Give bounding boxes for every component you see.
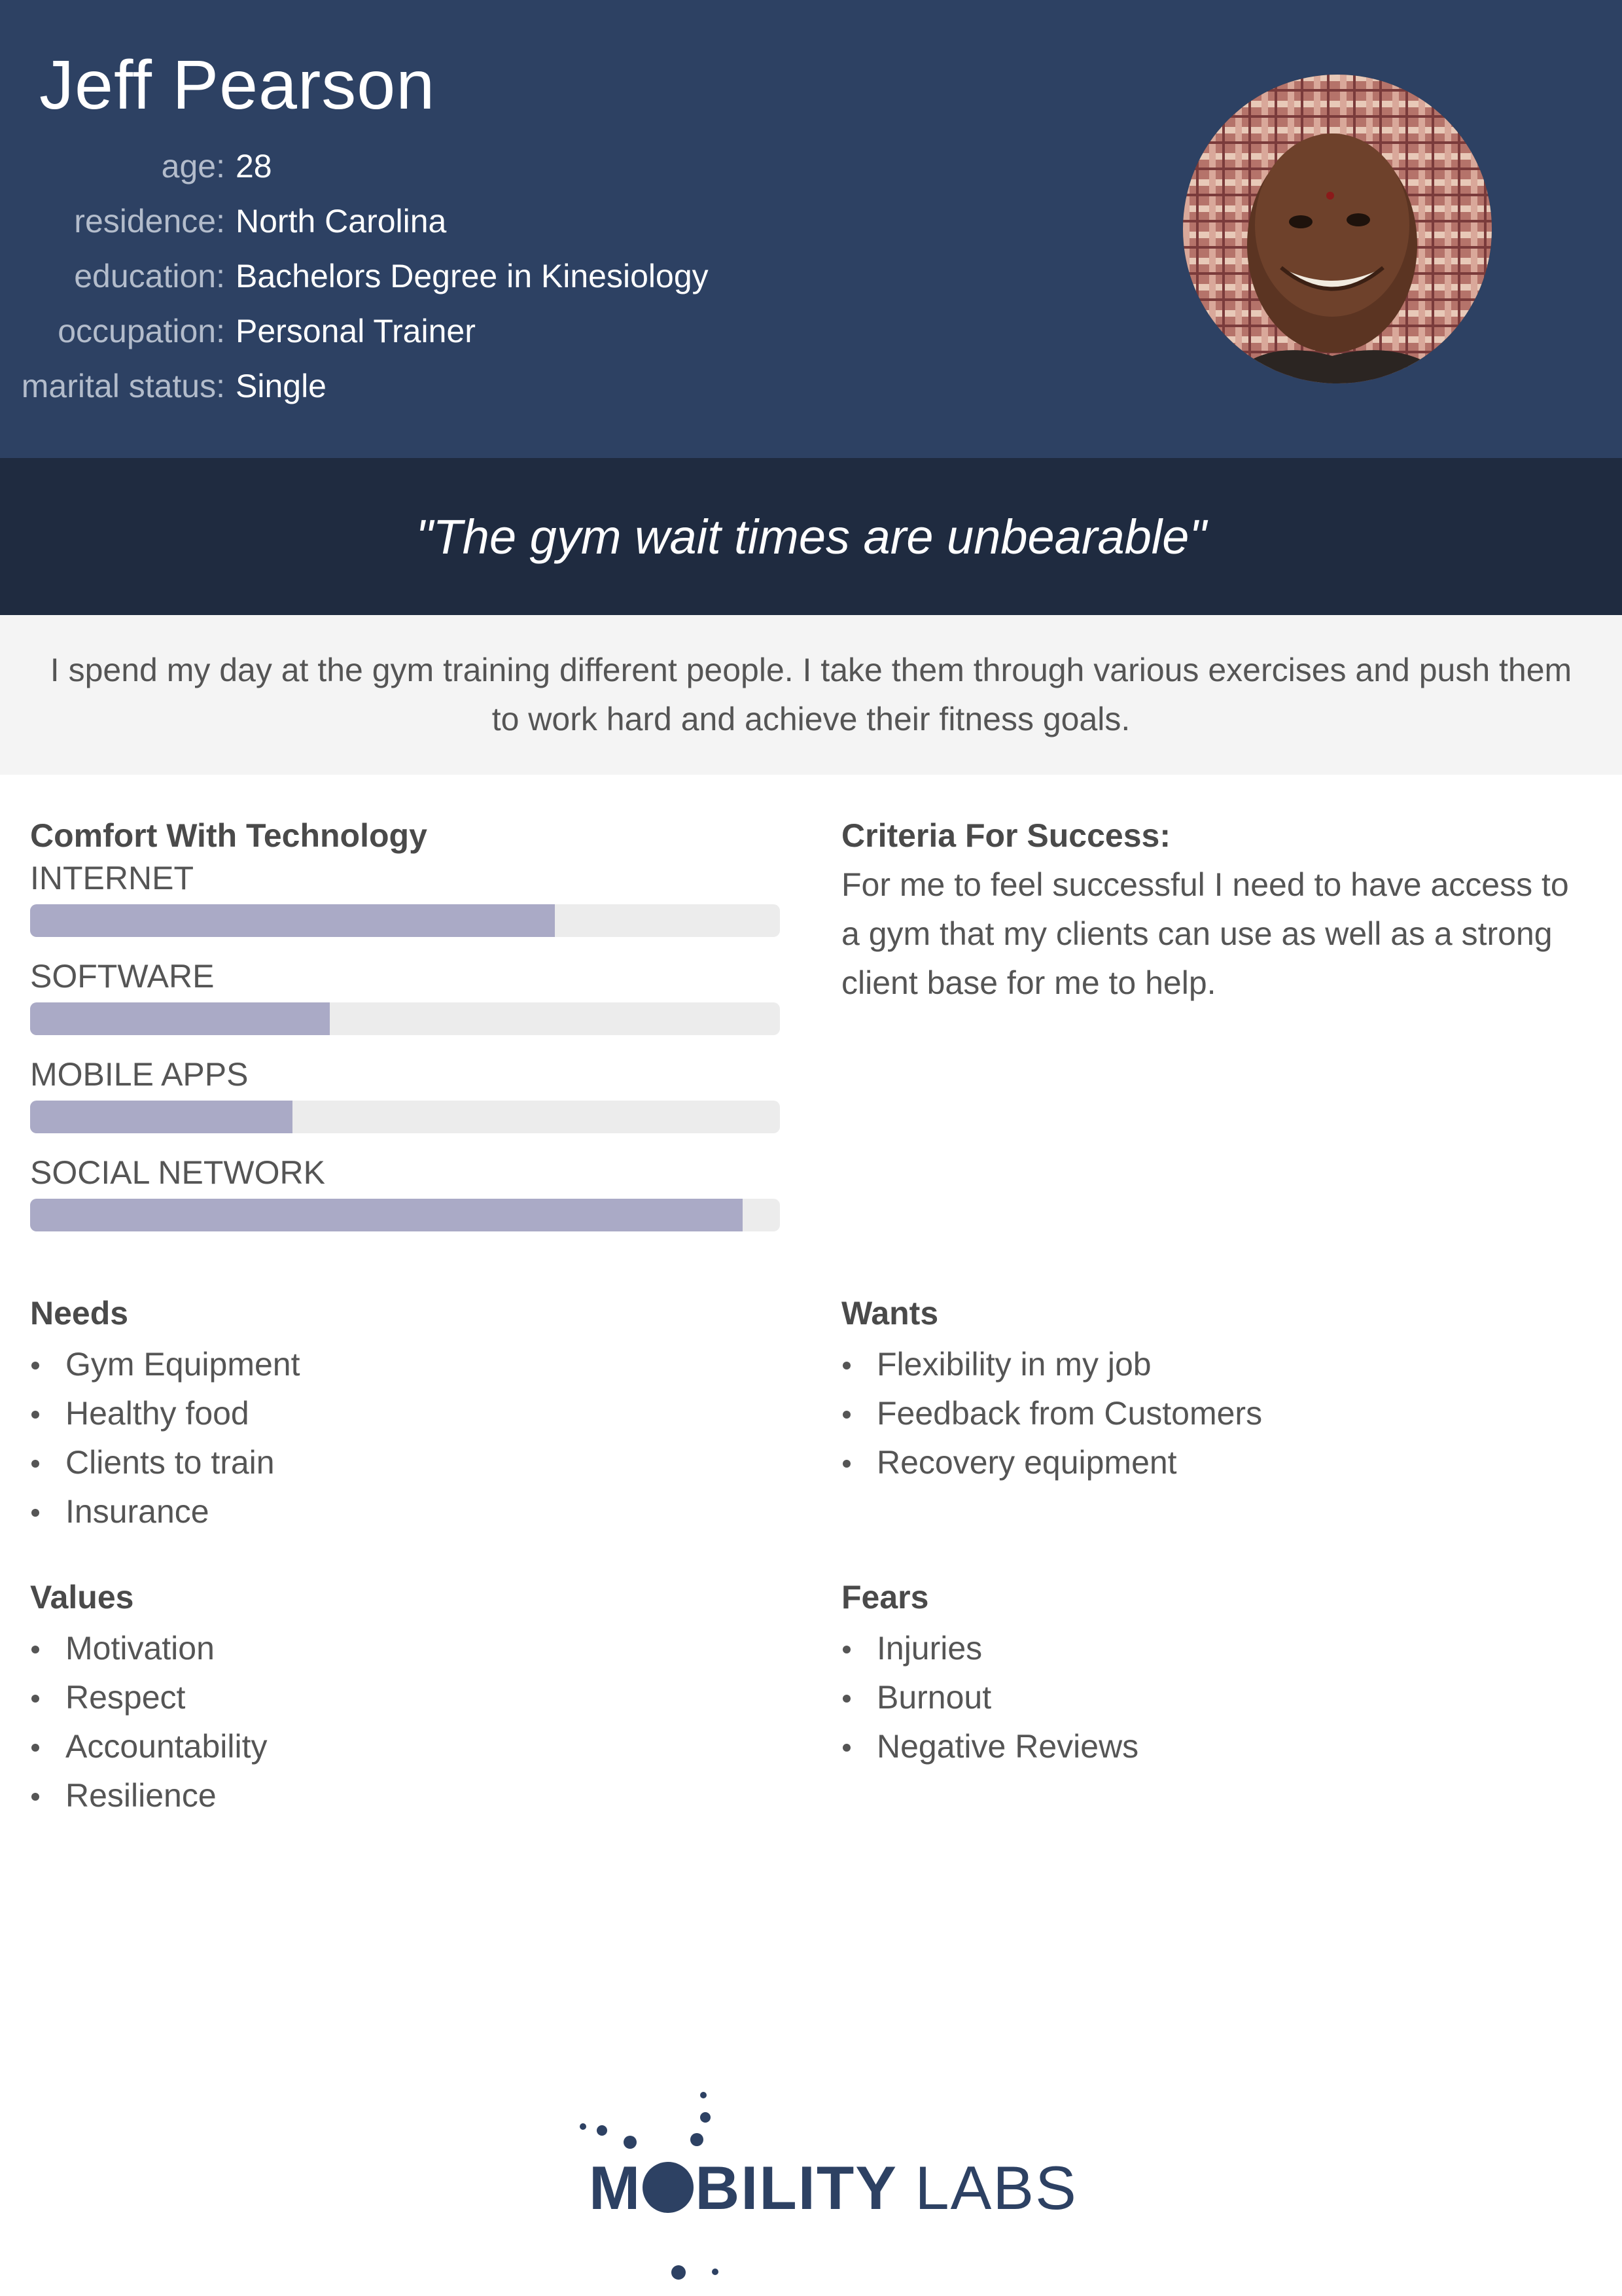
persona-avatar (1183, 75, 1492, 383)
tech-bar-fill (30, 1002, 330, 1035)
detail-label: marital status: (21, 368, 225, 404)
list-item: Flexibility in my job (841, 1340, 1262, 1389)
detail-value: Bachelors Degree in Kinesiology (236, 258, 709, 294)
intro-text: I spend my day at the gym training diffe… (50, 652, 1572, 737)
detail-row-marital-status: marital status: Single (0, 359, 709, 414)
list-item: Injuries (841, 1624, 1138, 1673)
list-item: Resilience (30, 1771, 268, 1820)
tech-bar (30, 904, 780, 937)
persona-name: Jeff Pearson (39, 46, 436, 124)
needs-title: Needs (30, 1295, 129, 1332)
tech-item-mobile-apps: MOBILE APPS (30, 1053, 780, 1152)
avatar-portrait (1183, 75, 1492, 383)
detail-row-occupation: occupation: Personal Trainer (0, 304, 709, 359)
mobility-labs-logo: M BILITY LABS (576, 2087, 1076, 2284)
list-item: Healthy food (30, 1389, 300, 1438)
logo-wordmark: M BILITY LABS (589, 2153, 1078, 2223)
detail-label: education: (74, 258, 225, 294)
wants-list: Flexibility in my job Feedback from Cust… (841, 1340, 1262, 1487)
intro-section: I spend my day at the gym training diffe… (0, 615, 1622, 775)
detail-label: residence: (74, 203, 225, 239)
detail-value: Personal Trainer (236, 313, 476, 349)
detail-label: occupation: (58, 313, 225, 349)
logo-text-m: M (589, 2153, 642, 2222)
list-item: Recovery equipment (841, 1438, 1262, 1487)
criteria-text: For me to feel successful I need to have… (841, 866, 1569, 1001)
tech-title: Comfort With Technology (30, 817, 427, 854)
criteria-title: Criteria For Success: (841, 817, 1171, 854)
tech-bar-fill (30, 1199, 743, 1231)
tech-bar (30, 1101, 780, 1133)
tech-comfort-list: INTERNET SOFTWARE MOBILE APPS SOCIAL NET… (30, 857, 780, 1250)
tech-bar-fill (30, 904, 555, 937)
tech-label: MOBILE APPS (30, 1056, 249, 1093)
detail-value: Single (236, 368, 326, 404)
needs-list: Gym Equipment Healthy food Clients to tr… (30, 1340, 300, 1536)
tech-bar (30, 1199, 780, 1231)
detail-label: age: (161, 148, 225, 185)
tech-label: INTERNET (30, 860, 194, 896)
persona-details: age: 28 residence: North Carolina educat… (0, 139, 709, 414)
logo-text-bility: BILITY (695, 2153, 897, 2222)
tech-bar-fill (30, 1101, 293, 1133)
list-item: Feedback from Customers (841, 1389, 1262, 1438)
persona-quote: "The gym wait times are unbearable" (415, 509, 1207, 564)
detail-row-education: education: Bachelors Degree in Kinesiolo… (0, 249, 709, 304)
values-list: Motivation Respect Accountability Resili… (30, 1624, 268, 1820)
wants-title: Wants (841, 1295, 939, 1332)
logo-text-labs: LABS (915, 2153, 1078, 2222)
tech-bar (30, 1002, 780, 1035)
fears-title: Fears (841, 1579, 929, 1616)
fears-list: Injuries Burnout Negative Reviews (841, 1624, 1138, 1771)
detail-value: 28 (236, 148, 272, 185)
list-item: Accountability (30, 1722, 268, 1771)
list-item: Burnout (841, 1673, 1138, 1722)
quote-band: "The gym wait times are unbearable" (0, 458, 1622, 615)
tech-item-internet: INTERNET (30, 857, 780, 955)
detail-value: North Carolina (236, 203, 447, 239)
detail-row-age: age: 28 (0, 139, 709, 194)
tech-label: SOFTWARE (30, 958, 215, 995)
logo-o-circle-icon (643, 2162, 694, 2213)
list-item: Motivation (30, 1624, 268, 1673)
list-item: Clients to train (30, 1438, 300, 1487)
list-item: Gym Equipment (30, 1340, 300, 1389)
detail-row-residence: residence: North Carolina (0, 194, 709, 249)
persona-header: Jeff Pearson age: 28 residence: North Ca… (0, 0, 1622, 458)
list-item: Negative Reviews (841, 1722, 1138, 1771)
tech-label: SOCIAL NETWORK (30, 1154, 325, 1191)
list-item: Respect (30, 1673, 268, 1722)
tech-item-social-network: SOCIAL NETWORK (30, 1152, 780, 1250)
values-title: Values (30, 1579, 134, 1616)
tech-item-software: SOFTWARE (30, 955, 780, 1053)
list-item: Insurance (30, 1487, 300, 1536)
